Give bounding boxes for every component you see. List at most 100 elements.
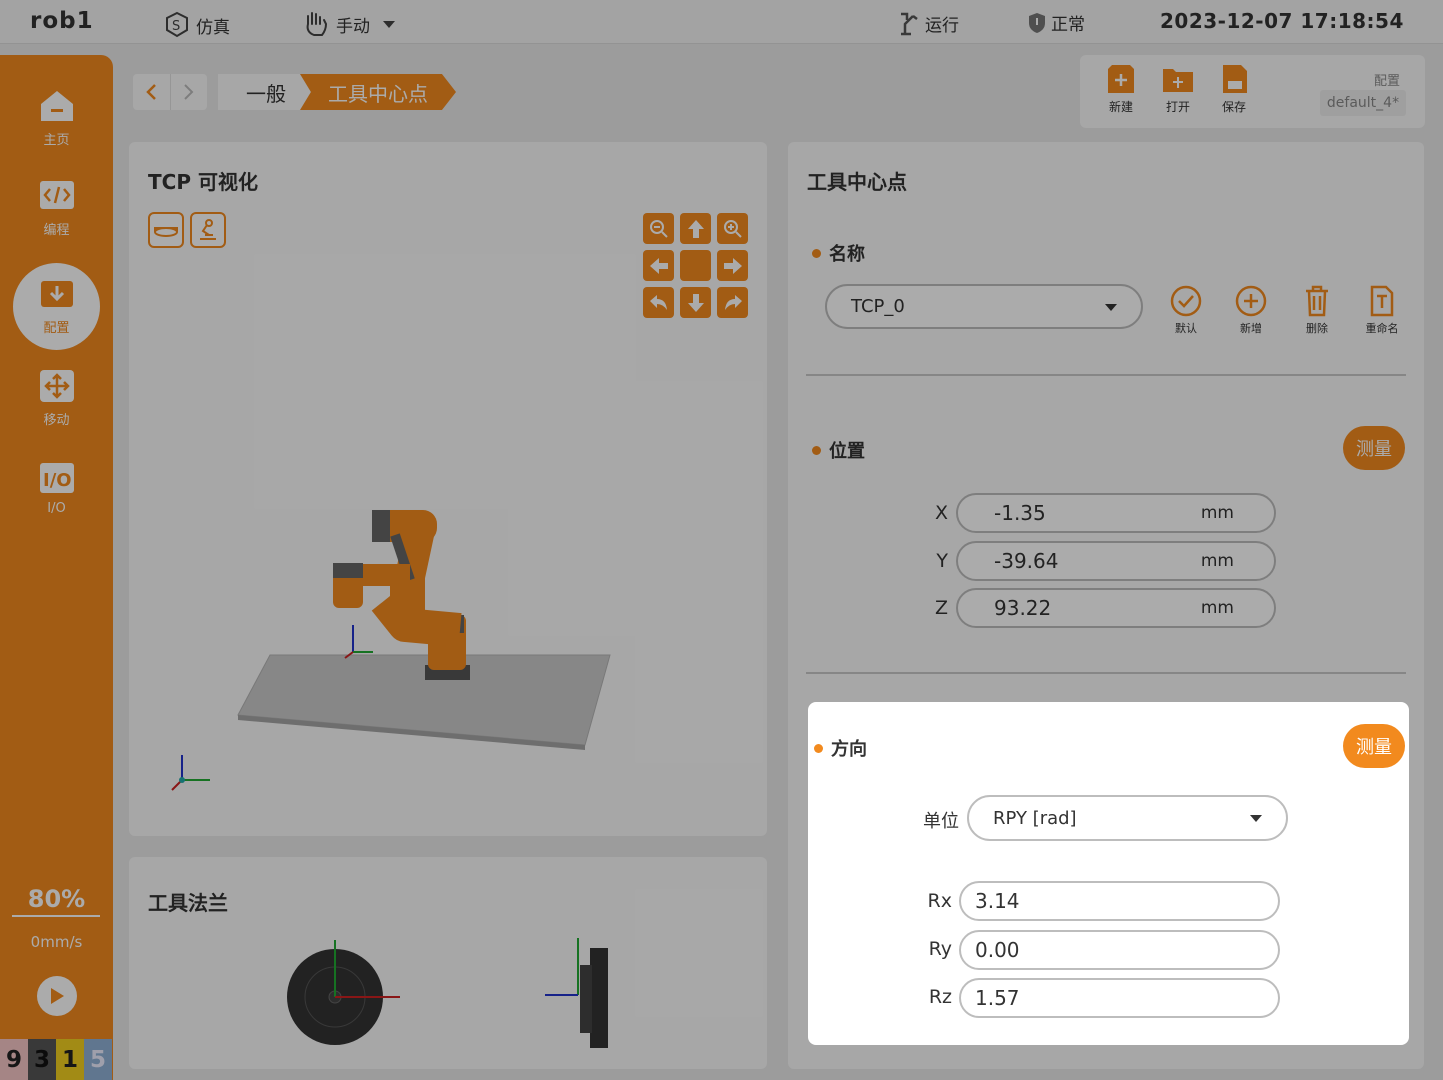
- orientation-label: 方向: [831, 739, 867, 760]
- io-icon: I/O: [39, 463, 74, 493]
- save-label: 保存: [1221, 100, 1246, 114]
- ry-field[interactable]: 0.00: [959, 930, 1280, 970]
- position-label: 位置: [829, 441, 865, 462]
- add-tcp-button[interactable]: 新增: [1231, 284, 1271, 336]
- tcp-select[interactable]: TCP_0: [825, 284, 1143, 329]
- sidebar-item-io[interactable]: I/O I/O: [0, 459, 113, 516]
- safety-status: 正常: [1027, 10, 1085, 35]
- unit-label: 单位: [923, 811, 959, 832]
- arrow-right-icon: [723, 257, 742, 274]
- save-icon: [1223, 65, 1247, 93]
- robot-arm-icon: [200, 219, 216, 240]
- robot-name: rob1: [30, 8, 94, 34]
- digit: 3: [28, 1039, 56, 1080]
- z-unit: mm: [1200, 598, 1234, 618]
- back-button[interactable]: [133, 74, 171, 110]
- sidebar-item-home[interactable]: 主页: [0, 87, 113, 148]
- pan-right-button[interactable]: [717, 250, 748, 281]
- x-value: -1.35: [994, 501, 1046, 525]
- rename-icon: [1370, 285, 1394, 317]
- digit: 5: [84, 1039, 112, 1080]
- reset-view-button[interactable]: [680, 250, 711, 281]
- view-control-pad: [643, 213, 749, 319]
- zoom-out-button[interactable]: [643, 213, 674, 244]
- sidebar-item-label: 配置: [43, 321, 70, 336]
- play-button[interactable]: [37, 976, 77, 1016]
- chevron-down-icon: [1105, 303, 1117, 311]
- sidebar-item-label: I/O: [47, 501, 66, 516]
- save-button[interactable]: 保存: [1214, 63, 1254, 115]
- mode-label: 手动: [336, 16, 370, 37]
- section-divider: [806, 374, 1406, 376]
- rename-tcp-button[interactable]: 重命名: [1362, 284, 1402, 336]
- breadcrumb-current[interactable]: 工具中心点: [300, 74, 456, 110]
- rotation-unit-select[interactable]: RPY [rad]: [967, 795, 1288, 841]
- position-section-label: 位置: [812, 437, 865, 463]
- tcp-settings-title: 工具中心点: [807, 170, 907, 194]
- ry-value: 0.00: [975, 938, 1020, 962]
- set-default-button[interactable]: 默认: [1166, 284, 1206, 336]
- svg-text:I/O: I/O: [43, 470, 72, 491]
- pan-down-button[interactable]: [680, 287, 711, 318]
- move-icon: [39, 370, 74, 402]
- speed-divider: [12, 915, 100, 917]
- measure-orientation-button[interactable]: 测量: [1343, 724, 1405, 768]
- rotate-left-button[interactable]: [643, 287, 674, 318]
- folder-icon: [1163, 69, 1193, 92]
- y-value: -39.64: [994, 549, 1059, 573]
- run-state: 运行: [897, 10, 959, 36]
- sidebar: 主页 编程 配置 移动 I/O I/O 80% 0mm/s: [0, 55, 113, 1080]
- zoom-in-icon: [723, 219, 742, 238]
- arrow-left-icon: [649, 257, 668, 274]
- view-base-button[interactable]: [148, 212, 184, 248]
- zoom-in-button[interactable]: [717, 213, 748, 244]
- sidebar-item-program[interactable]: 编程: [0, 177, 113, 238]
- forward-button[interactable]: [171, 74, 208, 110]
- x-field[interactable]: -1.35 mm: [956, 493, 1276, 533]
- tcp-select-value: TCP_0: [851, 296, 905, 317]
- datetime: 2023-12-07 17:18:54: [1160, 9, 1404, 33]
- mode-dropdown[interactable]: 手动: [302, 10, 404, 38]
- play-icon: [51, 988, 64, 1004]
- pan-left-button[interactable]: [643, 250, 674, 281]
- y-field[interactable]: -39.64 mm: [956, 541, 1276, 581]
- name-section-label: 名称: [812, 240, 865, 266]
- trash-icon: [1306, 285, 1328, 317]
- bullet-dot: [814, 743, 823, 753]
- status-digits: 9 3 1 5: [0, 1039, 112, 1080]
- sidebar-item-label: 编程: [43, 223, 70, 238]
- arrow-up-icon: [687, 219, 704, 238]
- rx-field[interactable]: 3.14: [959, 881, 1280, 921]
- measure-position-button[interactable]: 测量: [1343, 426, 1405, 470]
- sidebar-item-config[interactable]: 配置: [0, 275, 113, 336]
- new-button[interactable]: 新建: [1101, 63, 1141, 115]
- rotate-right-button[interactable]: [717, 287, 748, 318]
- rz-value: 1.57: [975, 986, 1020, 1010]
- config-name: default_4*: [1320, 90, 1406, 116]
- new-file-icon: [1108, 65, 1134, 93]
- chevron-down-icon: [383, 21, 395, 28]
- x-label: X: [934, 502, 948, 524]
- pan-up-button[interactable]: [680, 213, 711, 244]
- sidebar-item-move[interactable]: 移动: [0, 367, 113, 428]
- robot-3d-view[interactable]: [160, 480, 640, 810]
- open-button[interactable]: 打开: [1158, 63, 1198, 115]
- bullet-dot: [812, 248, 821, 258]
- history-nav: [133, 74, 207, 110]
- z-value: 93.22: [994, 596, 1052, 620]
- simulation-toggle[interactable]: S 仿真: [162, 10, 230, 40]
- y-unit: mm: [1200, 551, 1234, 571]
- speed-percent[interactable]: 80%: [0, 885, 113, 913]
- config-label: 配置: [1374, 74, 1401, 89]
- add-tcp-label: 新增: [1240, 322, 1262, 335]
- base-plate-icon: [154, 227, 178, 237]
- open-label: 打开: [1165, 100, 1190, 114]
- rz-field[interactable]: 1.57: [959, 978, 1280, 1018]
- delete-tcp-button[interactable]: 删除: [1297, 284, 1337, 336]
- name-label: 名称: [829, 244, 865, 265]
- rotation-unit-value: RPY [rad]: [993, 807, 1077, 829]
- view-robot-button[interactable]: [190, 212, 226, 248]
- z-field[interactable]: 93.22 mm: [956, 588, 1276, 628]
- tool-flange-title: 工具法兰: [148, 891, 228, 915]
- breadcrumb-general[interactable]: 一般: [218, 74, 314, 110]
